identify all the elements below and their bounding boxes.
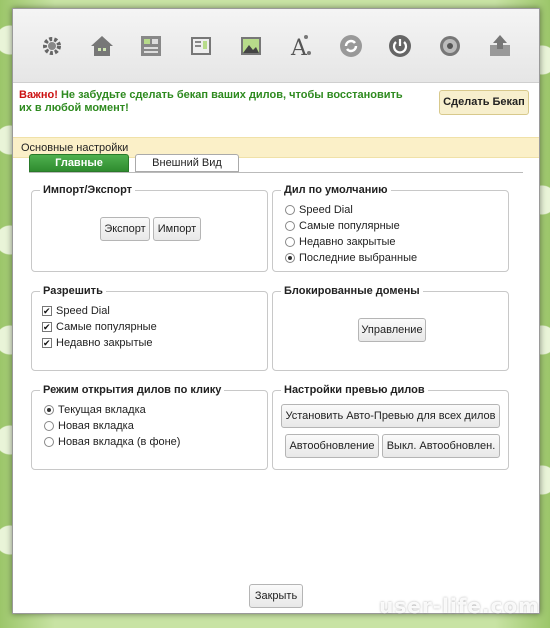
preview-settings-group: Настройки превью дилов Установить Авто-П…	[272, 384, 509, 470]
option-label: Текущая вкладка	[58, 404, 146, 416]
import-button[interactable]: Импорт	[153, 217, 201, 241]
option-label: Последние выбранные	[299, 252, 418, 264]
radio-button[interactable]	[285, 253, 295, 263]
toolbar: A	[13, 9, 539, 83]
radio-button[interactable]	[44, 405, 54, 415]
refresh-icon[interactable]	[336, 31, 366, 61]
option-label: Самые популярные	[299, 220, 400, 232]
tab-appearance[interactable]: Внешний Вид	[135, 154, 239, 172]
allow-option-speed-dial[interactable]: Speed Dial	[42, 305, 110, 317]
home-icon[interactable]	[87, 31, 117, 61]
radio-button[interactable]	[285, 237, 295, 247]
sites-icon[interactable]	[186, 31, 216, 61]
manage-button[interactable]: Управление	[358, 318, 426, 342]
allow-group: Разрешить Speed Dial Самые популярные Не…	[31, 285, 268, 371]
open-mode-option-new-tab[interactable]: Новая вкладка	[44, 420, 134, 432]
svg-text:A: A	[290, 36, 308, 59]
open-mode-legend: Режим открытия дилов по клику	[40, 384, 225, 396]
default-dial-option-last-selected[interactable]: Последние выбранные	[285, 252, 417, 264]
alert-important-label: Важно!	[19, 89, 58, 101]
settings-window: A Важно! Не забудьте сделать бекап ваших…	[12, 8, 540, 614]
radio-button[interactable]	[44, 421, 54, 431]
option-label: Speed Dial	[299, 204, 353, 216]
allow-option-recent[interactable]: Недавно закрытые	[42, 337, 153, 349]
option-label: Новая вкладка	[58, 420, 134, 432]
default-dial-option-popular[interactable]: Самые популярные	[285, 220, 400, 232]
checkbox[interactable]	[42, 306, 52, 316]
power-icon[interactable]	[385, 31, 415, 61]
option-label: Новая вкладка (в фоне)	[58, 436, 181, 448]
option-label: Speed Dial	[56, 305, 110, 317]
checkbox[interactable]	[42, 322, 52, 332]
image-icon[interactable]	[236, 31, 266, 61]
close-button[interactable]: Закрыть	[249, 584, 303, 608]
backup-alert: Важно! Не забудьте сделать бекап ваших д…	[13, 83, 539, 123]
preview-settings-legend: Настройки превью дилов	[281, 384, 428, 396]
option-label: Недавно закрытые	[56, 337, 153, 349]
import-export-legend: Импорт/Экспорт	[40, 184, 136, 196]
option-label: Самые популярные	[56, 321, 157, 333]
globe-icon[interactable]	[435, 31, 465, 61]
default-dial-legend: Дил по умолчанию	[281, 184, 391, 196]
export-button[interactable]: Экспорт	[100, 217, 150, 241]
open-mode-option-background-tab[interactable]: Новая вкладка (в фоне)	[44, 436, 180, 448]
gear-icon[interactable]	[37, 31, 67, 61]
tab-bar: Главные Внешний Вид	[29, 154, 239, 172]
open-mode-option-current-tab[interactable]: Текущая вкладка	[44, 404, 146, 416]
alert-message: Не забудьте сделать бекап ваших дилов, ч…	[19, 89, 403, 114]
blocked-domains-group: Блокированные домены Управление	[272, 285, 509, 371]
checkbox[interactable]	[42, 338, 52, 348]
default-dial-option-recent[interactable]: Недавно закрытые	[285, 236, 396, 248]
blocked-domains-legend: Блокированные домены	[281, 285, 423, 297]
font-icon[interactable]: A	[286, 31, 316, 61]
allow-option-popular[interactable]: Самые популярные	[42, 321, 157, 333]
radio-button[interactable]	[44, 437, 54, 447]
default-dial-group: Дил по умолчанию Speed Dial Самые популя…	[272, 184, 509, 272]
disable-autoupdate-button[interactable]: Выкл. Автообновлен.	[382, 434, 500, 458]
export-icon[interactable]	[485, 31, 515, 61]
open-mode-group: Режим открытия дилов по клику Текущая вк…	[31, 384, 268, 470]
watermark: user-life.com	[379, 594, 540, 618]
import-export-group: Импорт/Экспорт Экспорт Импорт	[31, 184, 268, 272]
autoupdate-button[interactable]: Автообновление	[285, 434, 379, 458]
tab-main[interactable]: Главные	[29, 154, 129, 172]
option-label: Недавно закрытые	[299, 236, 396, 248]
backup-button[interactable]: Сделать Бекап	[439, 90, 529, 115]
default-dial-option-speed-dial[interactable]: Speed Dial	[285, 204, 353, 216]
tab-divider	[29, 172, 523, 173]
allow-legend: Разрешить	[40, 285, 106, 297]
radio-button[interactable]	[285, 205, 295, 215]
auto-preview-button[interactable]: Установить Авто-Превью для всех дилов	[281, 404, 500, 428]
radio-button[interactable]	[285, 221, 295, 231]
dials-icon[interactable]	[136, 31, 166, 61]
